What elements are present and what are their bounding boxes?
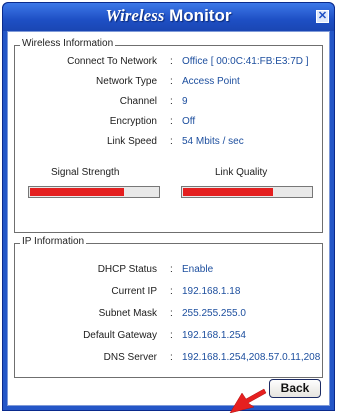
dhcp-status-label: DHCP Status: [97, 264, 157, 275]
colon: :: [170, 76, 173, 87]
channel-value: 9: [182, 96, 188, 107]
colon: :: [170, 330, 173, 341]
ip-row-subnet-mask: Subnet Mask : 255.255.255.0: [15, 308, 322, 322]
link-speed-value: 54 Mbits / sec: [182, 136, 244, 147]
link-quality-meter: [181, 186, 313, 198]
dhcp-status-value: Enable: [182, 264, 214, 275]
ip-information-group: IP Information DHCP Status : Enable Curr…: [14, 236, 323, 378]
default-gateway-value: 192.168.1.254: [182, 330, 246, 341]
pointer-arrow-icon: [229, 388, 267, 413]
title-monitor: Monitor: [169, 6, 232, 25]
dns-server-label: DNS Server: [103, 352, 157, 363]
signal-strength-label: Signal Strength: [51, 167, 120, 178]
link-quality-label: Link Quality: [215, 167, 268, 178]
title-bar[interactable]: Wireless Monitor ✕: [3, 3, 334, 31]
info-row-connect-to-network: Connect To Network : Office [ 00:0C:41:F…: [15, 56, 322, 70]
title-wireless: Wireless: [105, 6, 165, 25]
ip-information-title: IP Information: [20, 236, 87, 247]
encryption-label: Encryption: [109, 116, 157, 127]
signal-strength-fill: [30, 188, 125, 196]
colon: :: [170, 116, 173, 127]
ip-row-current-ip: Current IP : 192.168.1.18: [15, 286, 322, 300]
colon: :: [170, 56, 173, 67]
ip-row-dns-server: DNS Server : 192.168.1.254,208.57.0.11,2…: [15, 352, 322, 366]
encryption-value: Off: [182, 116, 196, 127]
colon: :: [170, 352, 173, 363]
channel-label: Channel: [119, 96, 157, 107]
info-row-link-speed: Link Speed : 54 Mbits / sec: [15, 136, 322, 150]
info-row-channel: Channel : 9: [15, 96, 322, 110]
link-quality-fill: [183, 188, 274, 196]
wireless-information-group: Wireless Information Connect To Network …: [14, 38, 323, 233]
default-gateway-label: Default Gateway: [83, 330, 157, 341]
network-type-label: Network Type: [96, 76, 157, 87]
info-row-network-type: Network Type : Access Point: [15, 76, 322, 90]
colon: :: [170, 308, 173, 319]
colon: :: [170, 264, 173, 275]
colon: :: [170, 286, 173, 297]
link-speed-label: Link Speed: [106, 136, 157, 147]
ip-row-default-gateway: Default Gateway : 192.168.1.254: [15, 330, 322, 344]
wireless-monitor-window: Wireless Monitor ✕ Wireless Information …: [2, 2, 335, 411]
info-row-encryption: Encryption : Off: [15, 116, 322, 130]
current-ip-label: Current IP: [111, 286, 157, 297]
signal-strength-meter: [28, 186, 160, 198]
window-title: Wireless Monitor: [3, 6, 334, 26]
colon: :: [170, 96, 173, 107]
window-client-area: Wireless Information Connect To Network …: [7, 31, 330, 406]
ip-row-dhcp-status: DHCP Status : Enable: [15, 264, 322, 278]
network-type-value: Access Point: [182, 76, 240, 87]
subnet-mask-value: 255.255.255.0: [182, 308, 246, 319]
wireless-information-title: Wireless Information: [20, 38, 116, 49]
close-icon[interactable]: ✕: [316, 10, 329, 23]
connect-to-network-label: Connect To Network: [67, 56, 157, 67]
colon: :: [170, 136, 173, 147]
back-button[interactable]: Back: [269, 379, 321, 398]
connect-to-network-value: Office [ 00:0C:41:FB:E3:7D ]: [182, 56, 309, 67]
current-ip-value: 192.168.1.18: [182, 286, 241, 297]
dns-server-value: 192.168.1.254,208.57.0.11,208: [182, 352, 321, 363]
subnet-mask-label: Subnet Mask: [98, 308, 157, 319]
